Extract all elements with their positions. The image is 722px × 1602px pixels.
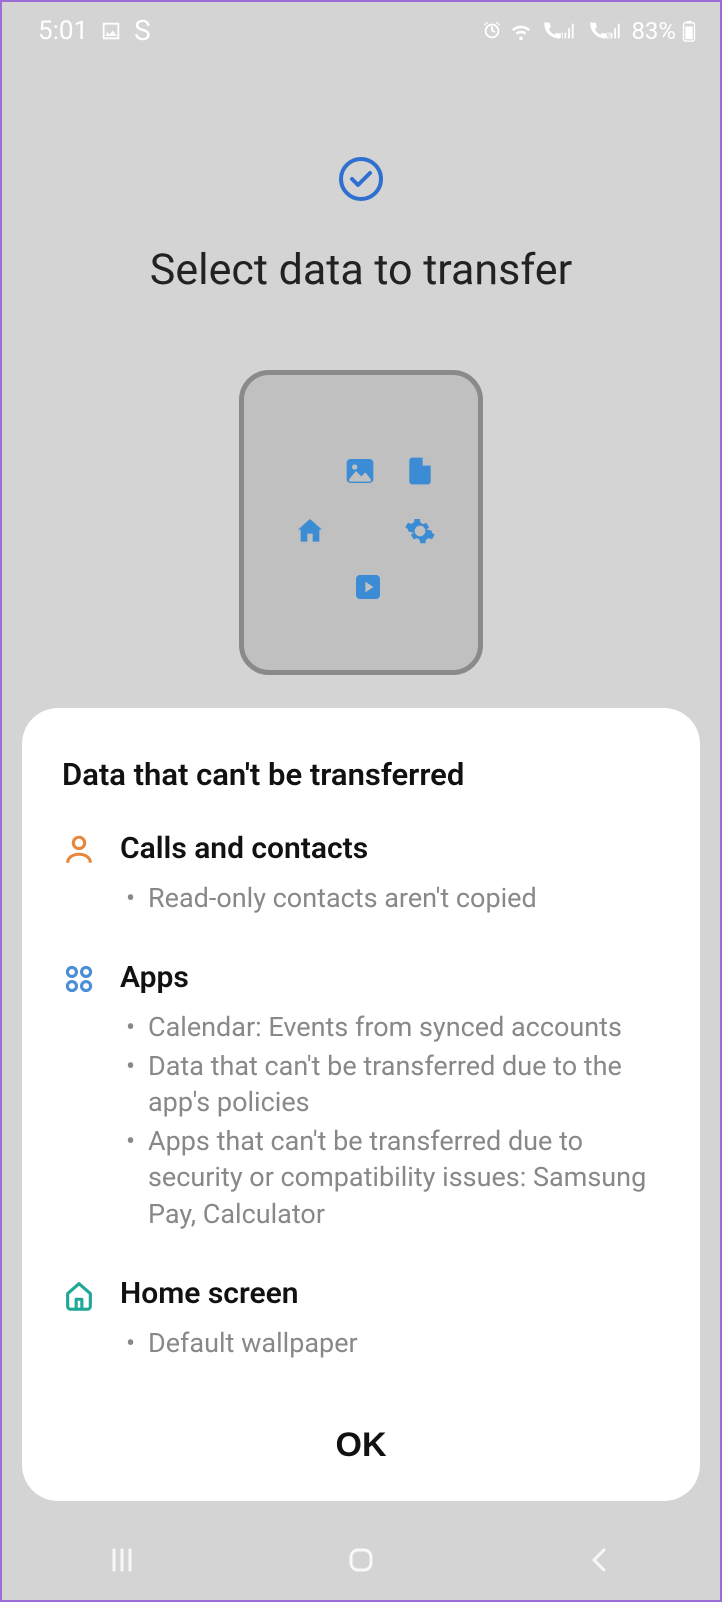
status-right: 1 2 83% xyxy=(481,17,696,45)
ok-button[interactable]: OK xyxy=(62,1406,660,1475)
device-graphic xyxy=(239,370,483,675)
main-content: Select data to transfer xyxy=(2,55,720,675)
page-title: Select data to transfer xyxy=(150,245,572,295)
bullet-item: Calendar: Events from synced accounts xyxy=(120,1009,660,1045)
apps-icon xyxy=(62,962,96,996)
status-bar: 5:01 S 1 2 83% xyxy=(2,2,720,55)
call-sim2-icon: 2 xyxy=(585,20,625,42)
status-time: 5:01 xyxy=(38,16,88,46)
card-title: Data that can't be transferred xyxy=(62,756,660,793)
home-button[interactable] xyxy=(341,1540,381,1580)
home-device-icon xyxy=(294,515,326,547)
bullet-list: Calendar: Events from synced accounts Da… xyxy=(120,1009,660,1232)
section-calls-contacts: Calls and contacts Read-only contacts ar… xyxy=(62,831,660,918)
status-left: 5:01 S xyxy=(38,14,151,47)
s-indicator: S xyxy=(134,14,151,47)
section-title: Apps xyxy=(120,960,660,995)
photo-icon xyxy=(344,455,376,487)
bullet-item: Data that can't be transferred due to th… xyxy=(120,1048,660,1121)
section-home-screen: Home screen Default wallpaper xyxy=(62,1276,660,1363)
bullet-list: Read-only contacts aren't copied xyxy=(120,880,660,916)
check-circle-icon xyxy=(337,155,385,203)
svg-text:2: 2 xyxy=(606,31,611,41)
section-title: Calls and contacts xyxy=(120,831,660,866)
section-title: Home screen xyxy=(120,1276,660,1311)
bullet-item: Read-only contacts aren't copied xyxy=(120,880,660,916)
bullet-item: Default wallpaper xyxy=(120,1325,660,1361)
person-icon xyxy=(62,833,96,867)
wifi-icon xyxy=(509,20,533,42)
call-sim1-icon: 1 xyxy=(539,20,579,42)
image-icon xyxy=(100,20,122,42)
gear-icon xyxy=(404,515,436,547)
section-apps: Apps Calendar: Events from synced accoun… xyxy=(62,960,660,1234)
back-button[interactable] xyxy=(580,1540,620,1580)
recents-button[interactable] xyxy=(102,1540,142,1580)
battery-percent: 83% xyxy=(631,17,676,45)
home-icon xyxy=(62,1278,96,1312)
bullet-list: Default wallpaper xyxy=(120,1325,660,1361)
file-icon xyxy=(404,455,436,487)
android-nav-bar xyxy=(2,1520,720,1600)
svg-text:1: 1 xyxy=(560,31,565,41)
battery-icon xyxy=(682,20,696,42)
play-icon xyxy=(352,571,384,603)
bullet-item: Apps that can't be transferred due to se… xyxy=(120,1123,660,1232)
alarm-icon xyxy=(481,20,503,42)
info-card: Data that can't be transferred Calls and… xyxy=(22,708,700,1501)
